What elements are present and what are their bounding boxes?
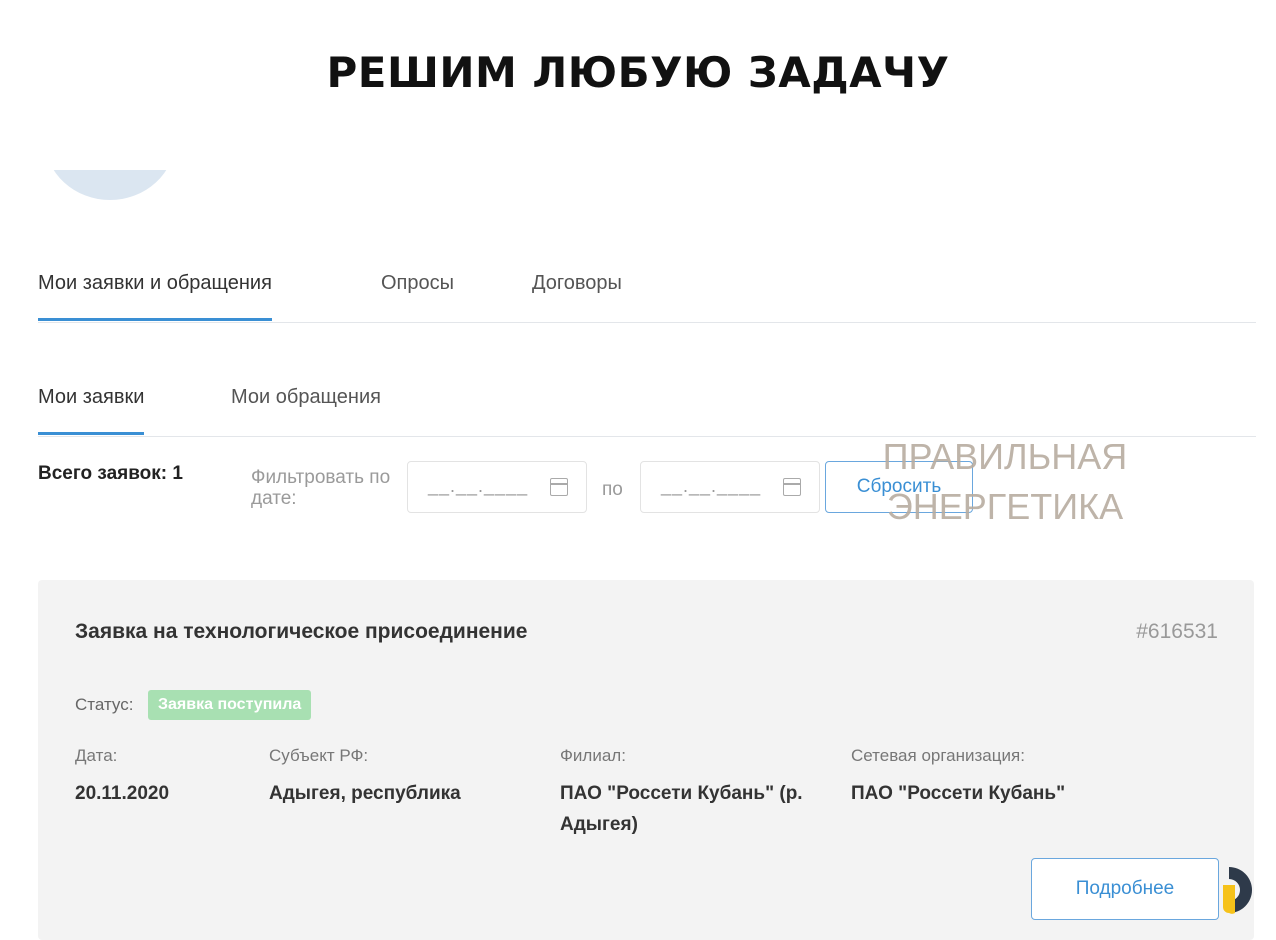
tab-contracts[interactable]: Договоры [532,272,622,295]
tab-surveys[interactable]: Опросы [381,272,454,295]
active-subtab-underline [38,432,145,435]
tab-requests-appeals[interactable]: Мои заявки и обращения [38,272,272,321]
calendar-icon[interactable] [783,478,801,496]
page-headline: РЕШИМ ЛЮБУЮ ЗАДАЧУ [326,48,950,97]
watermark: ПРАВИЛЬНАЯ ЭНЕРГЕТИКА [882,436,1128,527]
field-value: ПАО "Россети Кубань" (р. Адыгея) [560,783,803,835]
tab-label: Мои заявки и обращения [38,272,272,294]
field-value: ПАО "Россети Кубань" [851,783,1066,804]
date-from-placeholder: __.__.____ [428,476,529,496]
field-region: Субъект РФ: Адыгея, республика [269,746,539,809]
request-title: Заявка на технологическое присоединение [75,620,528,643]
field-label: Сетевая организация: [851,746,1025,765]
field-label: Филиал: [560,746,626,765]
filter-by-date-label: Фильтровать по дате: [251,467,391,509]
subtab-label: Мои заявки [38,386,145,408]
field-branch: Филиал: ПАО "Россети Кубань" (р. Адыгея) [560,746,835,840]
total-requests-count: Всего заявок: 1 [38,463,183,484]
date-to-placeholder: __.__.____ [661,476,762,496]
field-label: Дата: [75,746,118,765]
date-from-input[interactable]: __.__.____ [407,461,587,513]
tab-label: Опросы [381,272,455,294]
avatar [45,170,175,200]
calendar-icon[interactable] [550,478,568,496]
main-tabs: Мои заявки и обращения Опросы Договоры [38,268,1256,323]
field-value: 20.11.2020 [75,783,170,804]
active-tab-underline [38,318,272,321]
tab-label: Договоры [532,272,622,294]
field-network-org: Сетевая организация: ПАО "Россети Кубань… [851,746,1151,809]
date-range-separator: по [602,479,623,500]
sub-tabs: Мои заявки Мои обращения [38,382,1256,437]
details-button[interactable]: Подробнее [1031,858,1219,920]
date-to-input[interactable]: __.__.____ [640,461,820,513]
status-badge: Заявка поступила [148,690,312,720]
request-number: #616531 [1136,620,1218,643]
subtab-my-appeals[interactable]: Мои обращения [231,386,381,409]
field-value: Адыгея, республика [269,783,461,804]
field-date: Дата: 20.11.2020 [75,746,255,809]
subtab-my-requests[interactable]: Мои заявки [38,386,145,435]
status-label: Статус: [75,695,134,714]
field-label: Субъект РФ: [269,746,369,765]
brand-logo-icon [1223,867,1252,914]
subtab-label: Мои обращения [231,386,381,408]
request-card: Заявка на технологическое присоединение … [38,580,1254,940]
